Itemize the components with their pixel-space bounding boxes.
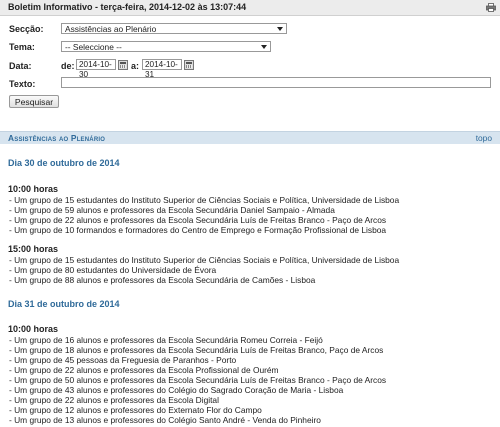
list-item: - Um grupo de 43 alunos e professores do… (9, 385, 344, 395)
list-item: - Um grupo de 12 alunos e professores do… (9, 405, 262, 415)
list-item: - Um grupo de 15 estudantes do Instituto… (9, 195, 400, 205)
list-item: - Um grupo de 16 alunos e professores da… (9, 335, 323, 345)
printer-icon[interactable] (486, 3, 496, 12)
chevron-down-icon (261, 45, 267, 49)
section-title: Assistências ao Plenário (8, 133, 106, 143)
seccao-label: Secção: (9, 24, 44, 34)
list-item: - Um grupo de 22 alunos e professores da… (9, 365, 279, 375)
list-item: - Um grupo de 45 pessoas da Freguesia de… (9, 355, 237, 365)
list-item: - Um grupo de 59 alunos e professores da… (9, 205, 335, 215)
chevron-down-icon (277, 27, 283, 31)
page-title: Boletim Informativo - terça-feira, 2014-… (8, 2, 247, 12)
tema-label: Tema: (9, 42, 35, 52)
search-button[interactable]: Pesquisar (9, 95, 59, 108)
texto-input[interactable] (61, 77, 491, 88)
de-label: de: (61, 61, 75, 71)
list-item: - Um grupo de 22 alunos e professores da… (9, 215, 387, 225)
calendar-icon[interactable] (184, 60, 194, 70)
tema-select-value: -- Seleccione -- (65, 42, 122, 52)
texto-label: Texto: (9, 79, 36, 89)
list-item: - Um grupo de 50 alunos e professores da… (9, 375, 387, 385)
hour-heading: 10:00 horas (8, 184, 59, 194)
data-label: Data: (9, 61, 32, 71)
date-to-input[interactable]: 2014-10-31 (142, 59, 182, 79)
seccao-select-value: Assistências ao Plenário (65, 24, 157, 34)
day-title: Dia 30 de outubro de 2014 (8, 158, 120, 168)
list-item: - Um grupo de 88 alunos e professores da… (9, 275, 316, 285)
day-title: Dia 31 de outubro de 2014 (8, 299, 120, 309)
hour-heading: 15:00 horas (8, 244, 59, 254)
list-item: - Um grupo de 80 estudantes do Universid… (9, 265, 217, 275)
section-header: Assistências ao Plenário topo (0, 131, 500, 144)
topo-link[interactable]: topo (476, 133, 492, 143)
list-item: - Um grupo de 22 alunos e professores da… (9, 395, 219, 405)
seccao-select[interactable]: Assistências ao Plenário (61, 23, 287, 34)
title-bar: Boletim Informativo - terça-feira, 2014-… (0, 0, 500, 16)
hour-heading: 10:00 horas (8, 324, 59, 334)
list-item: - Um grupo de 18 alunos e professores da… (9, 345, 384, 355)
a-label: a: (131, 61, 140, 71)
list-item: - Um grupo de 13 alunos e professores do… (9, 415, 321, 425)
calendar-icon[interactable] (118, 60, 128, 70)
list-item: - Um grupo de 10 formandos e formadores … (9, 225, 387, 235)
tema-select[interactable]: -- Seleccione -- (61, 41, 271, 52)
date-from-input[interactable]: 2014-10-30 (76, 59, 116, 79)
list-item: - Um grupo de 15 estudantes do Instituto… (9, 255, 400, 265)
